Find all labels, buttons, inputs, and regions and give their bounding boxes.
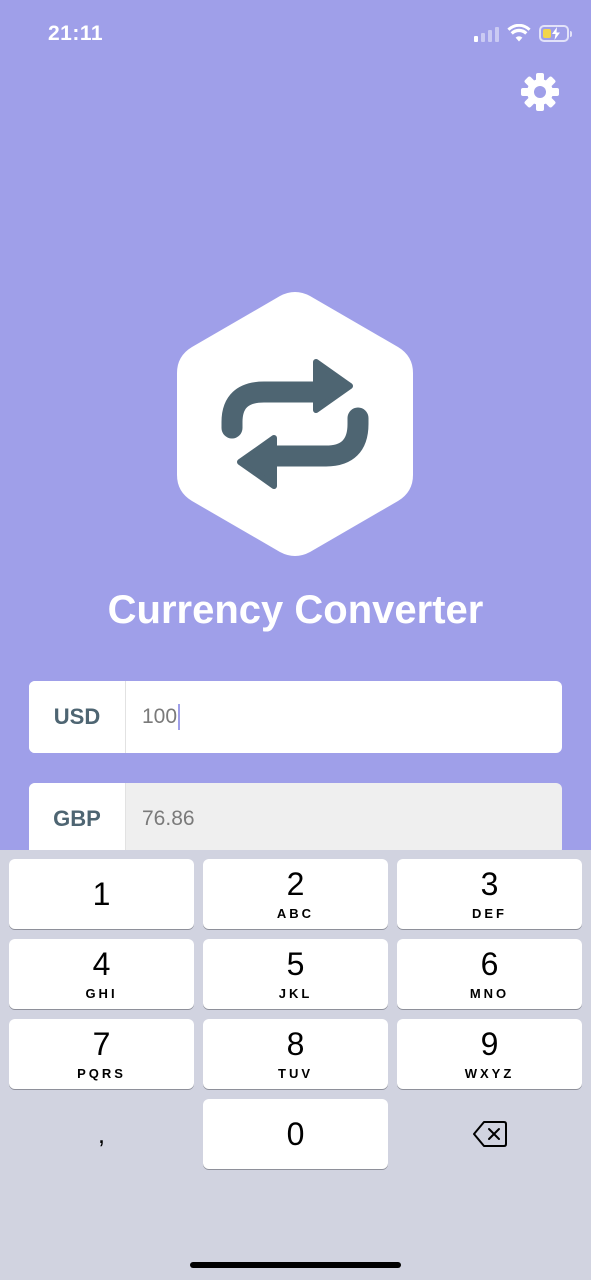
converted-amount: 76.86 <box>142 807 195 830</box>
key-4[interactable]: 4 GHI <box>9 939 194 1009</box>
key-comma[interactable]: , <box>9 1099 194 1169</box>
app-logo <box>177 292 413 556</box>
key-letters: MNO <box>469 985 510 1001</box>
key-digit: 9 <box>480 1025 499 1062</box>
amount-input-value: 100 <box>142 705 178 728</box>
status-bar: 21:11 <box>0 0 591 70</box>
key-2[interactable]: 2 ABC <box>203 859 388 929</box>
delete-key[interactable] <box>397 1099 582 1169</box>
key-digit: , <box>97 1119 106 1149</box>
key-digit: 6 <box>480 945 499 982</box>
to-currency-row: GBP 76.86 <box>29 783 562 855</box>
key-letters: ABC <box>276 905 315 921</box>
to-currency-selector[interactable]: GBP <box>29 783 126 855</box>
key-letters: PQRS <box>77 1065 126 1081</box>
settings-button[interactable] <box>519 71 561 113</box>
key-digit: 4 <box>92 945 111 982</box>
from-currency-row: USD 100 <box>29 681 562 753</box>
key-5[interactable]: 5 JKL <box>203 939 388 1009</box>
battery-charging-icon <box>539 24 572 42</box>
key-digit: 1 <box>92 876 111 912</box>
numeric-keyboard: 1 2 ABC 3 DEF 4 GHI 5 JKL 6 MNO 7 PQRS 8… <box>0 850 591 1280</box>
backspace-icon <box>472 1121 507 1147</box>
key-digit: 0 <box>286 1116 305 1152</box>
key-letters: DEF <box>472 905 507 921</box>
cellular-signal-icon <box>474 24 499 42</box>
status-time: 21:11 <box>48 22 104 45</box>
key-1[interactable]: 1 <box>9 859 194 929</box>
key-digit: 5 <box>286 945 305 982</box>
key-digit: 8 <box>286 1025 305 1062</box>
key-letters: JKL <box>278 985 313 1001</box>
key-8[interactable]: 8 TUV <box>203 1019 388 1089</box>
key-6[interactable]: 6 MNO <box>397 939 582 1009</box>
from-currency-selector[interactable]: USD <box>29 681 126 753</box>
key-digit: 2 <box>286 865 305 902</box>
key-3[interactable]: 3 DEF <box>397 859 582 929</box>
wifi-icon <box>507 24 531 42</box>
key-letters: TUV <box>278 1065 313 1081</box>
status-icons <box>474 24 572 42</box>
key-letters: WXYZ <box>464 1065 515 1081</box>
hexagon-shape <box>177 292 413 556</box>
key-letters: GHI <box>85 985 118 1001</box>
key-digit: 7 <box>92 1025 111 1062</box>
key-9[interactable]: 9 WXYZ <box>397 1019 582 1089</box>
app-title: Currency Converter <box>107 588 484 632</box>
gear-icon <box>521 73 559 111</box>
text-caret <box>178 704 181 730</box>
key-7[interactable]: 7 PQRS <box>9 1019 194 1089</box>
amount-input[interactable]: 100 <box>126 681 562 753</box>
home-indicator[interactable] <box>190 1262 401 1268</box>
key-0[interactable]: 0 <box>203 1099 388 1169</box>
key-digit: 3 <box>480 865 499 902</box>
